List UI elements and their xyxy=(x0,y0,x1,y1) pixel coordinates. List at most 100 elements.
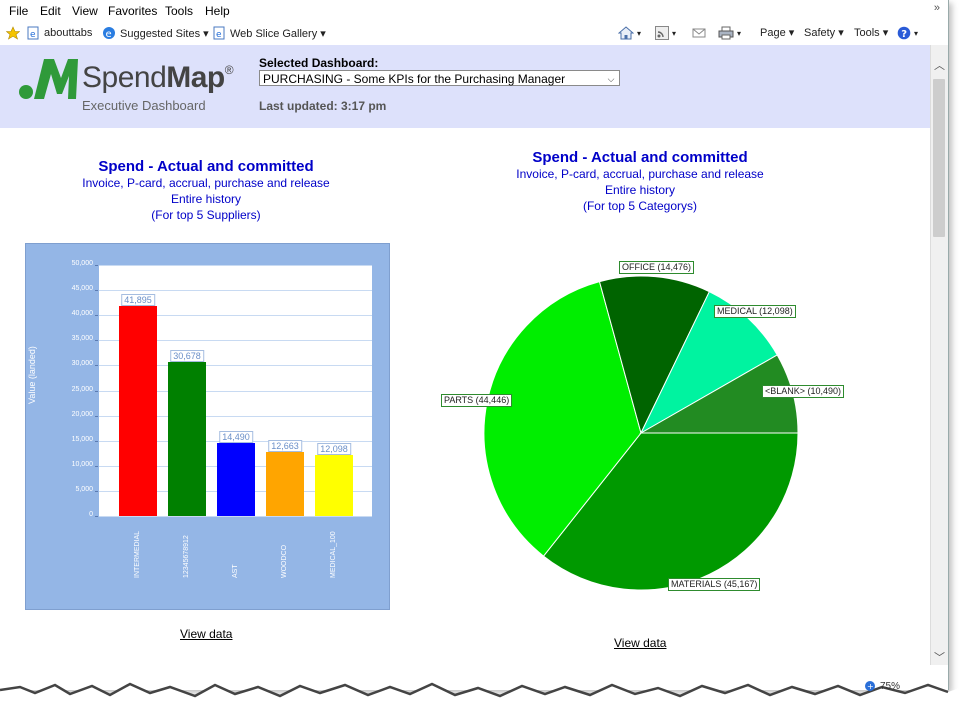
menu-file[interactable]: File xyxy=(9,4,28,18)
mail-icon xyxy=(692,28,706,38)
bar-chart-panel: Value (landed) 41,895 30,678 14,490 12,663 1… xyxy=(25,243,390,610)
chevron-down-icon: ▾ xyxy=(737,28,742,38)
browser-window: File Edit View Favorites Tools Help » e … xyxy=(0,0,949,690)
right-chart-title: Spend - Actual and committed xyxy=(532,149,748,166)
brand-subtitle: Executive Dashboard xyxy=(82,98,206,113)
scroll-up-icon[interactable]: ︿ xyxy=(934,57,945,73)
ie-page-icon: e xyxy=(27,26,39,40)
menu-view[interactable]: View xyxy=(72,4,98,18)
left-chart-heading: Spend - Actual and committed Invoice, P-… xyxy=(40,158,372,223)
fav-suggested-sites[interactable]: e Suggested Sites ▾ xyxy=(102,26,209,40)
bar-chart-plot-area: 41,895 30,678 14,490 12,663 12,098 xyxy=(99,265,372,517)
menu-favorites[interactable]: Favorites xyxy=(108,4,157,18)
right-chart-subtitle-1: Invoice, P-card, accrual, purchase and r… xyxy=(516,167,764,181)
ie-icon: e xyxy=(103,27,115,40)
bar-y-tick xyxy=(95,390,98,392)
svg-text:e: e xyxy=(216,30,222,40)
bar-y-tick-label: 20,000 xyxy=(71,410,93,418)
bar-y-tick-label: 30,000 xyxy=(71,360,93,368)
page-menu-button[interactable]: Page ▾ xyxy=(760,26,794,39)
ie-page-icon: e xyxy=(213,26,225,40)
menu-tools[interactable]: Tools xyxy=(165,4,193,18)
menu-bar: File Edit View Favorites Tools Help » xyxy=(0,0,948,21)
zoom-level: 75% xyxy=(880,681,900,692)
left-chart-title: Spend - Actual and committed xyxy=(98,158,314,175)
bar-gridline xyxy=(99,516,372,517)
bar-data-label: 30,678 xyxy=(170,349,204,362)
bar-y-tick xyxy=(95,365,98,367)
bar-y-tick-label: 0 xyxy=(89,511,93,518)
favorites-star-button[interactable] xyxy=(6,26,20,40)
left-chart-subtitle-2: Entire history xyxy=(170,192,242,206)
vertical-scrollbar[interactable]: ︿ ﹀ xyxy=(930,45,948,665)
bar-gridline xyxy=(99,265,372,266)
svg-text:e: e xyxy=(30,30,36,40)
fav-web-slice-gallery-label: Web Slice Gallery ▾ xyxy=(230,27,326,40)
bar-gridline xyxy=(99,290,372,292)
bar-x-tick-label: WOODCO xyxy=(281,544,288,578)
star-icon xyxy=(6,26,20,40)
tools-menu-button[interactable]: Tools ▾ xyxy=(854,26,888,39)
home-icon xyxy=(618,26,634,40)
fav-suggested-sites-label: Suggested Sites ▾ xyxy=(120,27,209,40)
safety-menu-button[interactable]: Safety ▾ xyxy=(804,26,844,39)
dashboard-select-value: PURCHASING - Some KPIs for the Purchasin… xyxy=(263,72,566,86)
bar-ast[interactable] xyxy=(217,443,255,516)
bar-data-label: 41,895 xyxy=(121,293,155,306)
rss-feed-icon xyxy=(655,26,669,40)
feeds-button[interactable]: ▾ xyxy=(655,26,676,40)
last-updated: Last updated: 3:17 pm xyxy=(259,99,387,113)
right-view-data-link[interactable]: View data xyxy=(614,636,666,650)
brand-name-bold: Map xyxy=(166,61,225,94)
bar-x-tick-label: MEDICAL_100 xyxy=(330,531,337,578)
chevron-down-icon: ▾ xyxy=(637,28,642,38)
registered-mark: ® xyxy=(224,63,234,77)
brand-name: SpendMap® xyxy=(82,61,234,95)
bar-y-tick xyxy=(95,315,98,317)
bar-data-label: 12,663 xyxy=(268,440,302,453)
svg-text:?: ? xyxy=(901,29,907,40)
bar-y-tick-label: 35,000 xyxy=(71,335,93,343)
help-menu-button[interactable]: ? ▾ xyxy=(897,26,918,40)
bar-woodco[interactable] xyxy=(266,452,304,516)
bar-12345678912[interactable] xyxy=(168,361,206,516)
help-icon: ? xyxy=(897,26,911,40)
left-chart-subtitle-3: (For top 5 Suppliers) xyxy=(151,208,261,222)
printer-icon xyxy=(718,26,734,40)
bar-y-tick xyxy=(95,440,98,442)
menu-overflow-chevron[interactable]: » xyxy=(934,2,940,14)
menu-edit[interactable]: Edit xyxy=(40,4,61,18)
brand-name-regular: Spend xyxy=(82,61,167,94)
bar-y-tick-label: 15,000 xyxy=(71,435,93,443)
bar-y-tick xyxy=(95,340,98,342)
right-chart-subtitle-2: Entire history xyxy=(604,183,676,197)
pie-chart xyxy=(483,275,799,591)
menu-help[interactable]: Help xyxy=(205,4,230,18)
print-button[interactable]: ▾ xyxy=(718,26,741,40)
svg-text:e: e xyxy=(106,29,112,40)
bar-y-tick xyxy=(95,516,98,517)
zoom-indicator[interactable]: + xyxy=(865,681,875,691)
bar-data-label: 14,490 xyxy=(219,431,253,444)
spendmap-logo-icon xyxy=(19,59,78,99)
read-mail-button[interactable] xyxy=(692,26,706,40)
left-view-data-link[interactable]: View data xyxy=(180,627,232,641)
bar-y-tick-label: 50,000 xyxy=(71,260,93,267)
fav-abouttabs[interactable]: e abouttabs xyxy=(26,26,92,40)
bar-medical_100[interactable] xyxy=(315,455,353,516)
bar-x-tick-label: INTERMEDIAL xyxy=(134,530,141,578)
pie-slice-label: <BLANK> (10,490) xyxy=(762,385,845,398)
fav-abouttabs-label: abouttabs xyxy=(44,27,93,39)
bar-chart-ylabel: Value (landed) xyxy=(27,346,37,404)
pie-slice-label: OFFICE (14,476) xyxy=(619,261,695,274)
chevron-down-icon[interactable]: ⌵ xyxy=(604,71,618,85)
dashboard-select[interactable]: PURCHASING - Some KPIs for the Purchasin… xyxy=(259,70,620,86)
scrollbar-thumb[interactable] xyxy=(933,79,945,237)
fav-web-slice-gallery[interactable]: e Web Slice Gallery ▾ xyxy=(212,26,326,40)
dashboard-header: SpendMap® Executive Dashboard Selected D… xyxy=(0,45,930,128)
bar-intermedial[interactable] xyxy=(119,305,157,516)
home-button[interactable]: ▾ xyxy=(618,26,641,40)
chevron-down-icon: ▾ xyxy=(914,28,919,38)
bar-y-tick-label: 25,000 xyxy=(71,385,93,393)
svg-text:+: + xyxy=(867,682,874,691)
